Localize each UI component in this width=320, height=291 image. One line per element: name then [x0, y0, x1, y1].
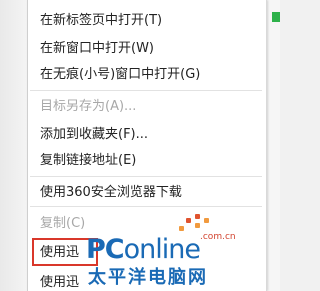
menu-item-add-to-favorites[interactable]: 添加到收藏夹(F)... — [40, 127, 148, 143]
menu-item-open-incognito[interactable]: 在无痕(小号)窗口中打开(G) — [40, 67, 200, 83]
menu-item-copy: 复制(C) — [40, 216, 86, 231]
page-background-left — [0, 0, 27, 291]
menu-separator — [30, 176, 262, 177]
pconline-watermark: PConline .com.cn 太平洋电脑网 — [82, 212, 267, 288]
watermark-brand: PConline — [86, 234, 201, 265]
watermark-brand-online: online — [123, 234, 201, 265]
watermark-tagline: 太平洋电脑网 — [88, 267, 208, 288]
menu-item-use-xunlei-2[interactable]: 使用迅 — [40, 275, 79, 291]
menu-item-save-target-as: 目标另存为(A)... — [40, 99, 137, 114]
menu-separator — [30, 206, 262, 207]
menu-item-copy-link-address[interactable]: 复制链接地址(E) — [40, 153, 136, 169]
watermark-domain: .com.cn — [200, 232, 236, 242]
menu-item-download-with-360[interactable]: 使用360安全浏览器下载 — [40, 185, 182, 201]
watermark-brand-pc: PC — [86, 234, 125, 265]
page-green-accent — [272, 12, 280, 22]
menu-item-open-new-window[interactable]: 在新窗口中打开(W) — [40, 41, 154, 57]
menu-item-open-new-tab[interactable]: 在新标签页中打开(T) — [40, 13, 162, 29]
menu-separator — [30, 90, 262, 91]
screenshot-stage: 在新标签页中打开(T) 在新窗口中打开(W) 在无痕(小号)窗口中打开(G) 目… — [0, 0, 280, 291]
